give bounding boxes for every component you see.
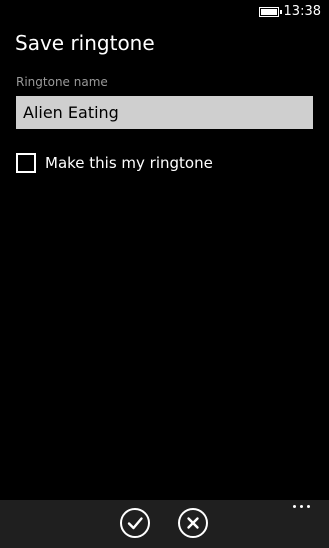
page-title: Save ringtone <box>15 31 155 55</box>
make-ringtone-checkbox-row[interactable]: Make this my ringtone <box>16 151 213 175</box>
make-ringtone-label[interactable]: Make this my ringtone <box>45 154 213 172</box>
more-ellipsis-icon[interactable] <box>293 505 311 511</box>
ringtone-name-label: Ringtone name <box>16 75 108 89</box>
battery-full-icon <box>259 7 282 17</box>
application-bar <box>0 500 329 548</box>
cancel-button[interactable] <box>178 508 208 538</box>
checkmark-icon <box>127 517 143 530</box>
save-button[interactable] <box>120 508 150 538</box>
make-ringtone-checkbox[interactable] <box>16 153 36 173</box>
status-bar: 13:38 <box>0 0 329 24</box>
status-time: 13:38 <box>283 4 321 19</box>
close-icon <box>187 517 199 529</box>
ringtone-name-input[interactable] <box>16 96 313 129</box>
